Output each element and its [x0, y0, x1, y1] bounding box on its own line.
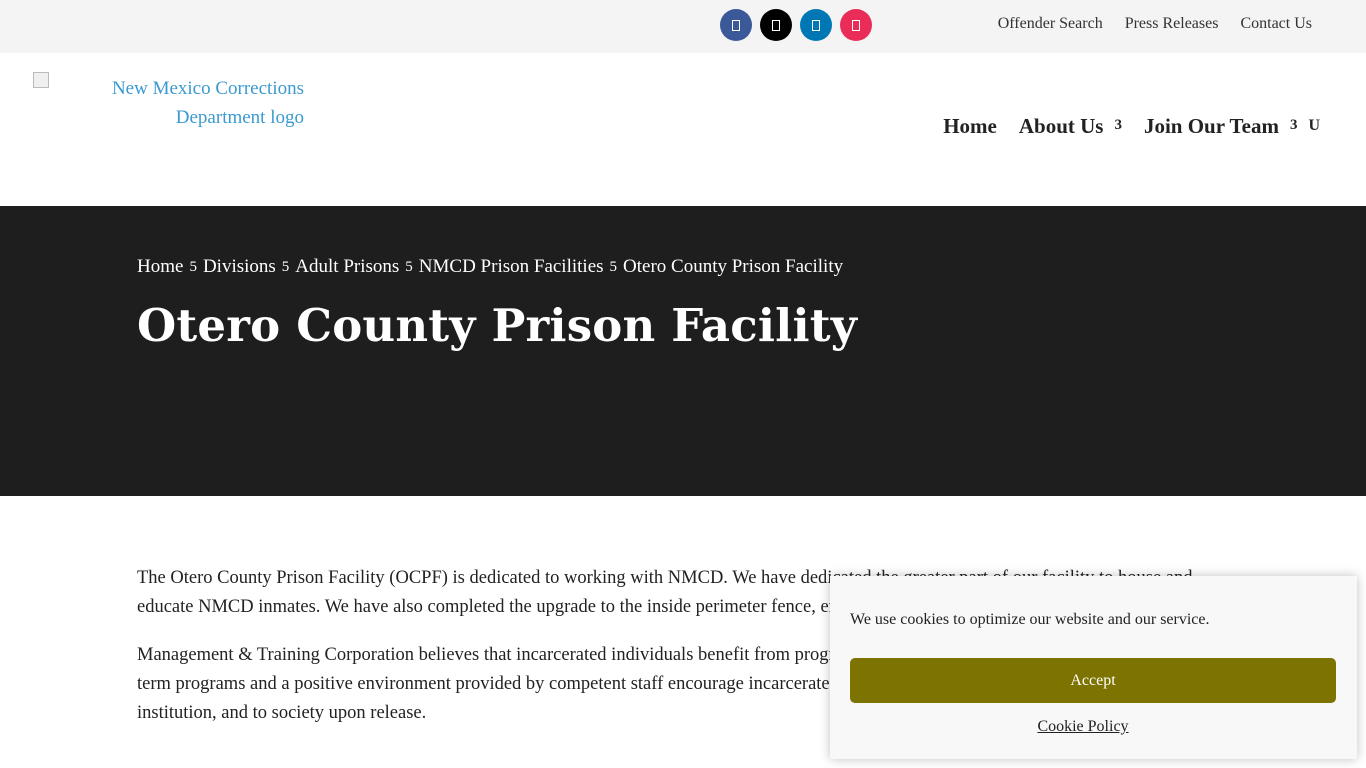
site-logo[interactable]: New Mexico Corrections Department logo	[33, 72, 308, 132]
chevron-down-icon: 3	[1289, 117, 1298, 133]
press-releases-link[interactable]: Press Releases	[1125, 15, 1219, 33]
breadcrumb-separator-icon: 5	[189, 258, 197, 275]
linkedin-icon[interactable]	[800, 9, 832, 41]
breadcrumb: Home 5 Divisions 5 Adult Prisons 5 NMCD …	[137, 256, 843, 278]
instagram-icon[interactable]	[840, 9, 872, 41]
accept-cookies-button[interactable]: Accept	[850, 658, 1336, 703]
cookie-message: We use cookies to optimize our website a…	[850, 611, 1210, 628]
breadcrumb-prison-facilities[interactable]: NMCD Prison Facilities	[419, 256, 604, 278]
page-hero: Home 5 Divisions 5 Adult Prisons 5 NMCD …	[0, 206, 1366, 496]
nav-about-us[interactable]: About Us 3	[1019, 114, 1122, 139]
search-icon[interactable]: U	[1308, 117, 1320, 135]
nav-join-our-team[interactable]: Join Our Team 3	[1144, 114, 1297, 139]
breadcrumb-current: Otero County Prison Facility	[623, 256, 844, 277]
nav-about-us-label: About Us	[1018, 114, 1104, 138]
breadcrumb-separator-icon: 5	[405, 258, 413, 275]
broken-image-icon	[33, 72, 49, 88]
top-bar: Offender Search Press Releases Contact U…	[0, 0, 1366, 53]
breadcrumb-divisions[interactable]: Divisions	[203, 256, 276, 278]
offender-search-link[interactable]: Offender Search	[998, 15, 1103, 33]
logo-alt-text: New Mexico Corrections Department logo	[111, 78, 304, 128]
page-title: Otero County Prison Facility	[137, 299, 858, 352]
breadcrumb-separator-icon: 5	[609, 258, 618, 275]
main-nav: Home About Us 3 Join Our Team 3 U	[943, 114, 1320, 139]
x-icon[interactable]	[760, 9, 792, 41]
site-header: New Mexico Corrections Department logo H…	[0, 53, 1366, 206]
cookie-banner: We use cookies to optimize our website a…	[830, 576, 1357, 759]
breadcrumb-home[interactable]: Home	[137, 256, 183, 278]
facebook-icon[interactable]	[720, 9, 752, 41]
cookie-policy-link[interactable]: Cookie Policy	[830, 718, 1336, 736]
contact-us-link[interactable]: Contact Us	[1240, 15, 1312, 33]
chevron-down-icon: 3	[1114, 117, 1122, 133]
social-links	[720, 9, 872, 41]
breadcrumb-separator-icon: 5	[281, 258, 290, 275]
nav-home[interactable]: Home	[943, 114, 997, 139]
nav-join-our-team-label: Join Our Team	[1143, 114, 1279, 138]
top-links: Offender Search Press Releases Contact U…	[998, 15, 1312, 33]
nav-home-label: Home	[943, 114, 997, 138]
breadcrumb-adult-prisons[interactable]: Adult Prisons	[295, 256, 399, 278]
